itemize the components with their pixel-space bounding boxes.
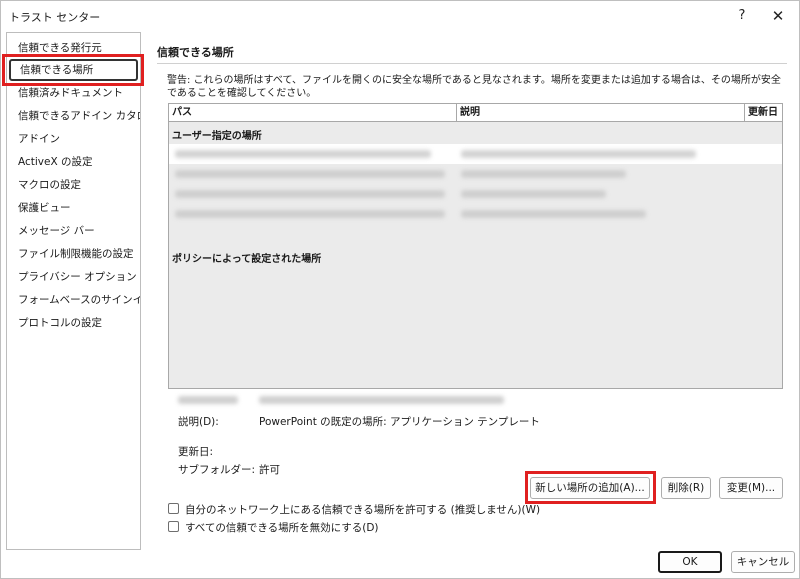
redacted-path-value	[259, 396, 504, 404]
section-title: 信頼できる場所	[157, 46, 234, 59]
modify-button[interactable]: 変更(M)...	[719, 477, 783, 499]
modified-label: 更新日:	[178, 446, 214, 458]
nav-item-activex[interactable]: ActiveX の設定	[7, 151, 140, 173]
redacted-description	[461, 210, 646, 218]
table-row[interactable]	[169, 144, 782, 164]
disable-all-label[interactable]: すべての信頼できる場所を無効にする(D)	[185, 520, 379, 535]
nav-item-trusted-locations[interactable]: 信頼できる場所	[9, 59, 138, 81]
locations-list[interactable]: パス 説明 更新日 ユーザー指定の場所 ポリシーによって設定された場所	[168, 103, 783, 389]
nav-item-privacy[interactable]: プライバシー オプション	[7, 266, 140, 288]
group-policy-locations: ポリシーによって設定された場所	[172, 254, 322, 265]
nav-item-file-block[interactable]: ファイル制限機能の設定	[7, 243, 140, 265]
column-header-path[interactable]: パス	[169, 104, 192, 122]
ok-button[interactable]: OK	[658, 551, 722, 573]
table-row[interactable]	[169, 204, 782, 224]
allow-network-label[interactable]: 自分のネットワーク上にある信頼できる場所を許可する (推奨しません)(W)	[185, 502, 540, 517]
nav-item-addins[interactable]: アドイン	[7, 128, 140, 150]
warning-text: 警告: これらの場所はすべて、ファイルを開くのに安全な場所であると見なされます。…	[167, 75, 781, 99]
category-nav: 信頼できる発行元 信頼できる場所 信頼済みドキュメント 信頼できるアドイン カタ…	[6, 32, 141, 550]
help-button[interactable]: ?	[729, 5, 755, 27]
redacted-path-label	[178, 396, 238, 404]
nav-item-trusted-documents[interactable]: 信頼済みドキュメント	[7, 82, 140, 104]
nav-item-protected-view[interactable]: 保護ビュー	[7, 197, 140, 219]
nav-item-protocol[interactable]: プロトコルの設定	[7, 312, 140, 334]
column-header-description[interactable]: 説明	[457, 104, 480, 122]
redacted-description	[461, 190, 606, 198]
table-row[interactable]	[169, 184, 782, 204]
nav-item-trusted-publishers[interactable]: 信頼できる発行元	[7, 37, 140, 59]
description-value: PowerPoint の既定の場所: アプリケーション テンプレート	[259, 416, 540, 428]
nav-item-message-bar[interactable]: メッセージ バー	[7, 220, 140, 242]
list-header: パス 説明 更新日	[169, 104, 782, 122]
title-bar: トラスト センター ? ✕	[1, 1, 799, 31]
allow-network-checkbox[interactable]	[168, 503, 179, 514]
disable-all-checkbox[interactable]	[168, 521, 179, 532]
close-icon[interactable]: ✕	[765, 5, 791, 27]
redacted-description	[461, 170, 626, 178]
nav-item-macro[interactable]: マクロの設定	[7, 174, 140, 196]
window-title: トラスト センター	[9, 11, 101, 24]
column-header-modified[interactable]: 更新日	[745, 104, 778, 122]
trust-center-dialog: トラスト センター ? ✕ 信頼できる発行元 信頼できる場所 信頼済みドキュメン…	[0, 0, 800, 579]
nav-item-form-signin[interactable]: フォームベースのサインイン	[7, 289, 140, 311]
redacted-path	[175, 210, 445, 218]
add-location-button[interactable]: 新しい場所の追加(A)...	[530, 477, 650, 499]
section-divider	[157, 63, 787, 64]
cancel-button[interactable]: キャンセル	[731, 551, 795, 573]
group-user-locations: ユーザー指定の場所	[172, 131, 262, 142]
description-label: 説明(D):	[178, 416, 219, 428]
redacted-path	[175, 170, 445, 178]
subfolders-value: 許可	[259, 464, 280, 476]
redacted-path	[175, 150, 431, 158]
remove-button[interactable]: 削除(R)	[661, 477, 711, 499]
nav-item-trusted-addin-catalogs[interactable]: 信頼できるアドイン カタログ	[7, 105, 140, 127]
table-row[interactable]	[169, 164, 782, 184]
subfolders-label: サブフォルダー:	[178, 464, 256, 476]
redacted-description	[461, 150, 696, 158]
redacted-path	[175, 190, 445, 198]
